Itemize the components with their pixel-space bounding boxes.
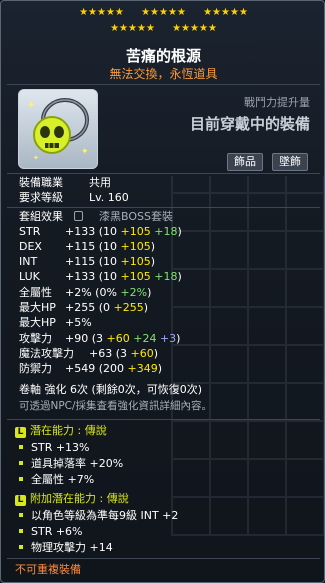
bullet-icon xyxy=(19,445,23,449)
item-tooltip: ★★★★★ ★★★★★ ★★★★★ ★★★★★ ★★★★★ 苦痛的根源 無法交換… xyxy=(0,0,325,583)
svg-text:✦: ✦ xyxy=(27,100,35,111)
combat-power-label: 戰鬥力提升量 xyxy=(244,96,310,109)
level-label: 要求等級 xyxy=(19,191,63,204)
stat-row-magic-attack: 魔法攻擊力 +63 (3 +60) xyxy=(19,347,159,360)
category-tag-accessory: 飾品 xyxy=(227,153,263,171)
item-trade-status: 無法交換，永恆道具 xyxy=(109,67,218,81)
divider xyxy=(7,84,320,85)
category-tag-pendant: 墜飾 xyxy=(272,153,308,171)
set-effect-label: 套組效果 xyxy=(19,210,63,223)
item-icon-frame: ✦ ✦ ✦ xyxy=(18,89,98,169)
set-effect-row[interactable]: 套組效果 漆黑BOSS套裝 xyxy=(19,210,173,224)
star-force-row-1: ★★★★★ ★★★★★ ★★★★★ xyxy=(1,7,324,19)
additional-potential-line: STR +6% xyxy=(19,525,83,539)
bullet-icon xyxy=(19,529,23,533)
additional-potential-line: 物理攻擊力 +14 xyxy=(19,541,113,555)
stat-row-luk: LUK +133 (10 +105 +18) xyxy=(19,270,182,283)
stat-row-int: INT +115 (10 +105) xyxy=(19,255,156,268)
potential-line: 道具掉落率 +20% xyxy=(19,457,123,471)
star-group: ★★★★★ xyxy=(110,23,155,34)
svg-text:✦: ✦ xyxy=(81,147,89,157)
job-row: 裝備職業 共用 xyxy=(19,176,111,190)
potential-header: L 潛在能力 : 傳說 xyxy=(15,424,107,438)
star-group: ★★★★★ xyxy=(79,7,124,18)
stat-row-str: STR +133 (10 +105 +18) xyxy=(19,225,182,238)
item-name: 苦痛的根源 xyxy=(125,47,201,65)
legendary-badge-icon: L xyxy=(15,427,26,438)
potential-line: STR +13% xyxy=(19,441,90,455)
stat-row-attack: 攻擊力 +90 (3 +60 +24 +3) xyxy=(19,332,181,345)
equipped-status: 目前穿戴中的裝備 xyxy=(189,115,310,133)
set-effect-value: 漆黑BOSS套裝 xyxy=(99,210,173,223)
legendary-badge-icon: L xyxy=(15,495,26,506)
additional-potential-line: 以角色等級為準每9級 INT +2 xyxy=(19,509,178,523)
additional-potential-header: L 附加潛在能力 : 傳說 xyxy=(15,492,129,506)
divider xyxy=(7,419,320,420)
star-group: ★★★★★ xyxy=(203,7,248,18)
level-value: Lv. 160 xyxy=(89,191,129,204)
stat-row-defense: 防禦力 +549 (200 +349) xyxy=(19,362,163,375)
bullet-icon xyxy=(19,545,23,549)
bullet-icon xyxy=(19,461,23,465)
job-label: 裝備職業 xyxy=(19,176,63,189)
job-value: 共用 xyxy=(89,176,111,189)
divider xyxy=(7,173,320,174)
stat-row-dex: DEX +115 (10 +105) xyxy=(19,240,156,253)
star-group: ★★★★★ xyxy=(141,7,186,18)
divider xyxy=(7,207,320,208)
svg-text:✦: ✦ xyxy=(33,154,39,162)
skull-pendant-icon: ✦ ✦ ✦ xyxy=(27,98,89,162)
unique-equip-notice: 不可重複裝備 xyxy=(15,563,81,576)
background-equipment-grid xyxy=(171,176,324,536)
lock-icon xyxy=(74,211,83,221)
star-group: ★★★★★ xyxy=(172,23,217,34)
stat-row-all-stat: 全屬性 +2% (0% +2%) xyxy=(19,286,152,299)
scroll-upgrade-line: 卷軸 強化 6次 (剩餘0次，可恢復0次) xyxy=(19,383,203,396)
bullet-icon xyxy=(19,513,23,517)
scroll-hint: 可透過NPC/採集査看強化資訊詳細內容。 xyxy=(19,400,213,412)
potential-line: 全屬性 +7% xyxy=(19,473,94,487)
divider xyxy=(7,558,320,559)
level-row: 要求等級 Lv. 160 xyxy=(19,191,129,205)
bullet-icon xyxy=(19,477,23,481)
star-force-row-2: ★★★★★ ★★★★★ xyxy=(1,23,324,35)
stat-row-max-hp-percent: 最大HP +5% xyxy=(19,316,92,329)
stat-row-max-hp: 最大HP +255 (0 +255) xyxy=(19,301,149,314)
